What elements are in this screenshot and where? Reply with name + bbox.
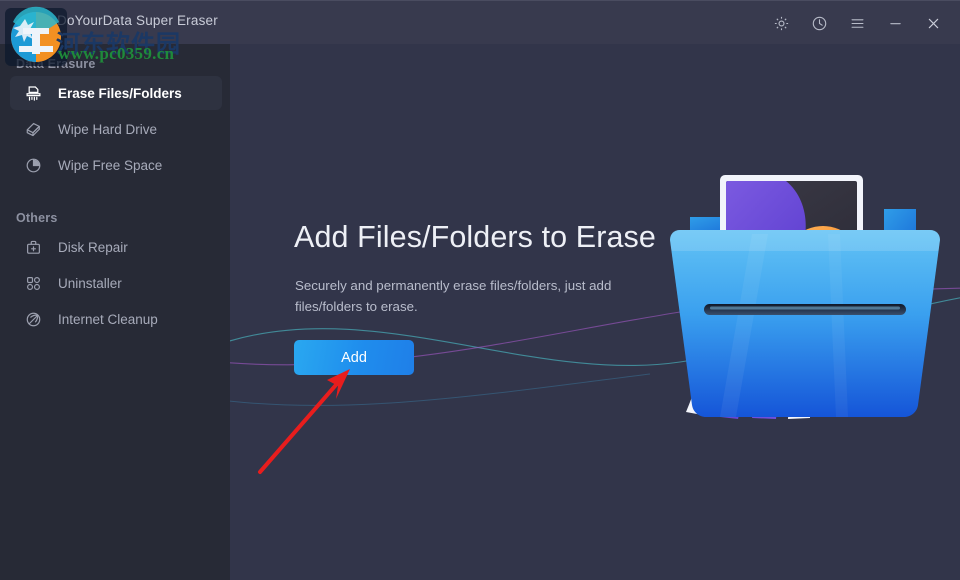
minimize-button[interactable] — [878, 6, 912, 40]
sidebar-item-uninstaller[interactable]: Uninstaller — [10, 266, 222, 300]
application-window: DoYourData Super Eraser Data Erasure Era… — [0, 0, 960, 580]
close-button[interactable] — [916, 6, 950, 40]
menu-button[interactable] — [840, 6, 874, 40]
sidebar-item-label: Disk Repair — [58, 239, 128, 255]
sidebar-item-label: Internet Cleanup — [58, 311, 158, 327]
shredder-icon — [16, 76, 50, 110]
history-button[interactable] — [802, 6, 836, 40]
add-button[interactable]: Add — [294, 340, 414, 375]
toolbox-icon — [16, 230, 50, 264]
sidebar-item-wipe-hard-drive[interactable]: Wipe Hard Drive — [10, 112, 222, 146]
sidebar-item-label: Erase Files/Folders — [58, 85, 182, 101]
sidebar-group-title-others: Others — [16, 211, 58, 225]
sidebar: Data Erasure Erase Files/Folders Wipe Ha… — [0, 44, 230, 580]
sidebar-item-label: Wipe Hard Drive — [58, 121, 158, 137]
minimize-icon — [889, 22, 901, 24]
window-controls — [764, 1, 950, 45]
sidebar-item-label: Uninstaller — [58, 275, 122, 291]
close-icon — [928, 18, 938, 28]
page-subtitle: Securely and permanently erase files/fol… — [295, 278, 612, 314]
clock-icon — [812, 16, 826, 30]
main-content: Add Files/Folders to Erase Securely and … — [230, 44, 960, 580]
eraser-icon — [16, 112, 50, 146]
hamburger-menu-icon — [851, 18, 863, 28]
sidebar-item-label: Wipe Free Space — [58, 157, 163, 173]
sidebar-item-disk-repair[interactable]: Disk Repair — [10, 230, 222, 264]
settings-button[interactable] — [764, 6, 798, 40]
grid-squares-icon — [16, 266, 50, 300]
pie-chart-icon — [16, 148, 50, 182]
globe-icon — [16, 302, 50, 336]
sidebar-item-erase-files-folders[interactable]: Erase Files/Folders — [10, 76, 222, 110]
gear-icon — [774, 16, 788, 30]
shredder-folder-illustration — [670, 175, 940, 419]
page-title: Add Files/Folders to Erase — [294, 220, 656, 254]
sidebar-item-internet-cleanup[interactable]: Internet Cleanup — [10, 302, 222, 336]
app-title: DoYourData Super Eraser — [57, 13, 218, 28]
sidebar-group-title-data-erasure: Data Erasure — [16, 57, 96, 71]
sidebar-item-wipe-free-space[interactable]: Wipe Free Space — [10, 148, 222, 182]
title-bar: DoYourData Super Eraser — [0, 0, 960, 44]
